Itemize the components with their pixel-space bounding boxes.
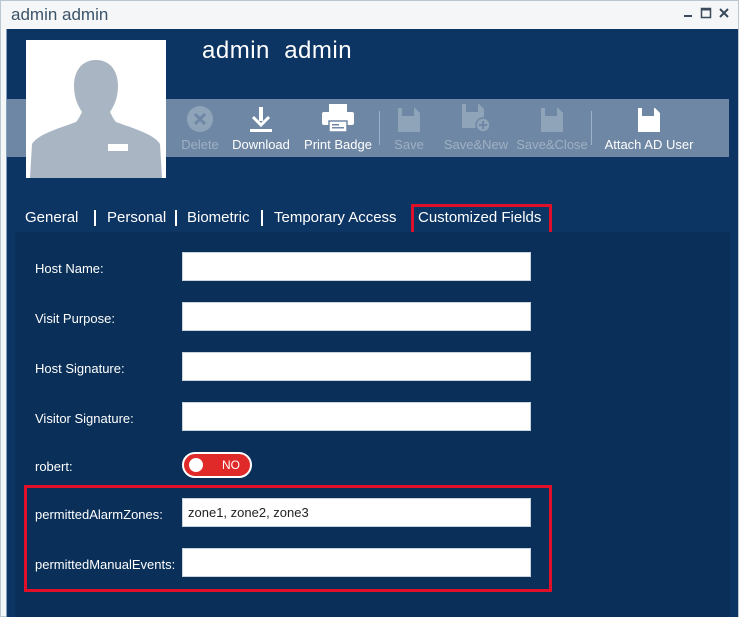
- tab-bar: General Personal Biometric Temporary Acc…: [7, 199, 739, 233]
- permitted-manual-events-input[interactable]: [182, 548, 531, 577]
- tab-personal[interactable]: Personal: [107, 209, 166, 226]
- tab-divider: [175, 210, 177, 226]
- tab-divider: [261, 210, 263, 226]
- close-icon[interactable]: [718, 7, 730, 19]
- permitted-manual-events-label: permittedManualEvents:: [35, 557, 176, 572]
- user-display-name: admin admin: [202, 37, 353, 64]
- window-title: admin admin: [11, 5, 109, 24]
- permitted-alarm-zones-label: permittedAlarmZones:: [35, 507, 163, 522]
- save-button[interactable]: Save: [389, 99, 429, 157]
- user-editor-window: admin admin admin admin Delete Download …: [0, 0, 739, 617]
- robert-toggle[interactable]: NO: [182, 452, 252, 478]
- delete-icon: [187, 106, 213, 132]
- visit-purpose-label: Visit Purpose:: [35, 311, 115, 326]
- tab-general[interactable]: General: [25, 209, 78, 226]
- toggle-knob: [189, 458, 203, 472]
- attach-ad-user-button[interactable]: Attach AD User: [601, 99, 697, 157]
- host-name-label: Host Name:: [35, 261, 104, 276]
- robert-label: robert:: [35, 459, 73, 474]
- toggle-state: NO: [222, 458, 240, 472]
- print-badge-button[interactable]: Print Badge: [301, 99, 375, 157]
- visitor-signature-label: Visitor Signature:: [35, 411, 134, 426]
- download-icon: [250, 107, 272, 132]
- avatar[interactable]: [26, 40, 166, 178]
- action-toolbar: Delete Download Print Badge Save Save&Ne…: [167, 99, 729, 157]
- attach-ad-user-icon: [638, 108, 660, 132]
- delete-button[interactable]: Delete: [177, 99, 223, 157]
- save-icon: [398, 108, 420, 132]
- permitted-alarm-zones-input[interactable]: [182, 498, 531, 527]
- toolbar-divider: [379, 111, 380, 145]
- save-new-icon: [462, 104, 491, 133]
- minimize-icon[interactable]: [682, 7, 694, 19]
- host-name-input[interactable]: [182, 252, 531, 281]
- download-button[interactable]: Download: [229, 99, 293, 157]
- visitor-signature-input[interactable]: [182, 402, 531, 431]
- visit-purpose-input[interactable]: [182, 302, 531, 331]
- save-new-button[interactable]: Save&New: [443, 99, 509, 157]
- printer-icon: [322, 104, 354, 133]
- window-controls: [682, 7, 730, 19]
- title-bar: admin admin: [1, 1, 738, 29]
- maximize-icon[interactable]: [700, 7, 712, 19]
- save-close-button[interactable]: Save&Close: [516, 99, 588, 157]
- host-signature-input[interactable]: [182, 352, 531, 381]
- tab-temporary-access[interactable]: Temporary Access: [274, 209, 397, 226]
- host-signature-label: Host Signature:: [35, 361, 125, 376]
- tab-divider: [94, 210, 96, 226]
- tab-biometric[interactable]: Biometric: [187, 209, 250, 226]
- save-close-icon: [541, 108, 563, 132]
- toolbar-divider: [591, 111, 592, 145]
- main-content: admin admin Delete Download Print Badge …: [6, 29, 738, 617]
